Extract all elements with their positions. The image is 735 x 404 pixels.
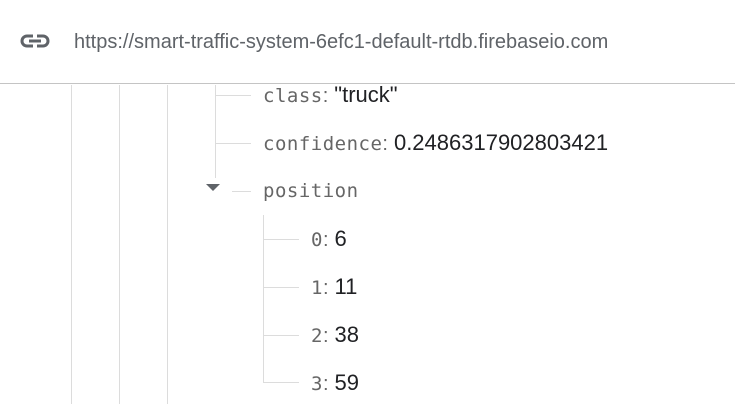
tree-connector xyxy=(263,335,299,336)
node-key: position xyxy=(263,180,359,202)
database-url-bar: https://smart-traffic-system-6efc1-defau… xyxy=(0,0,735,84)
node-key: 1 xyxy=(311,277,323,299)
node-value[interactable]: 38 xyxy=(335,322,359,347)
tree-connector xyxy=(263,239,299,240)
node-value[interactable]: 6 xyxy=(335,226,347,251)
tree-node-position-0[interactable]: 0: 6 xyxy=(311,226,347,252)
node-key: class xyxy=(263,85,323,107)
collapse-caret-icon[interactable] xyxy=(206,184,220,191)
tree-connector xyxy=(263,287,299,288)
link-icon[interactable] xyxy=(19,29,51,53)
key-separator: : xyxy=(322,277,329,299)
tree-guide-line xyxy=(263,215,264,382)
tree-node-class[interactable]: class: "truck" xyxy=(263,85,398,108)
tree-connector xyxy=(215,95,251,96)
node-value[interactable]: 0.2486317902803421 xyxy=(394,130,608,155)
tree-guide-line xyxy=(215,85,216,178)
node-key: 2 xyxy=(311,325,323,347)
tree-connector xyxy=(232,191,251,192)
key-separator: : xyxy=(322,373,329,395)
tree-guide-line xyxy=(71,85,72,404)
node-key: confidence xyxy=(263,133,383,155)
key-separator: : xyxy=(322,85,329,107)
tree-guide-line xyxy=(167,85,168,404)
key-separator: : xyxy=(322,325,329,347)
tree-node-position-1[interactable]: 1: 11 xyxy=(311,274,357,300)
tree-guide-line xyxy=(119,85,120,404)
key-separator: : xyxy=(322,229,329,251)
tree-node-position-3[interactable]: 3: 59 xyxy=(311,370,359,396)
data-tree: class: "truck" confidence: 0.2486317902803… xyxy=(0,85,735,404)
tree-node-confidence[interactable]: confidence: 0.2486317902803421 xyxy=(263,130,608,156)
tree-connector xyxy=(263,382,299,383)
tree-connector xyxy=(215,143,251,144)
key-separator: : xyxy=(382,133,388,155)
tree-node-position[interactable]: position xyxy=(263,178,359,204)
tree-node-position-2[interactable]: 2: 38 xyxy=(311,322,359,348)
node-key: 0 xyxy=(311,229,323,251)
node-value[interactable]: 59 xyxy=(335,370,359,395)
node-value[interactable]: "truck" xyxy=(334,85,397,107)
node-value[interactable]: 11 xyxy=(335,274,358,299)
node-key: 3 xyxy=(311,373,323,395)
database-url[interactable]: https://smart-traffic-system-6efc1-defau… xyxy=(74,31,608,53)
